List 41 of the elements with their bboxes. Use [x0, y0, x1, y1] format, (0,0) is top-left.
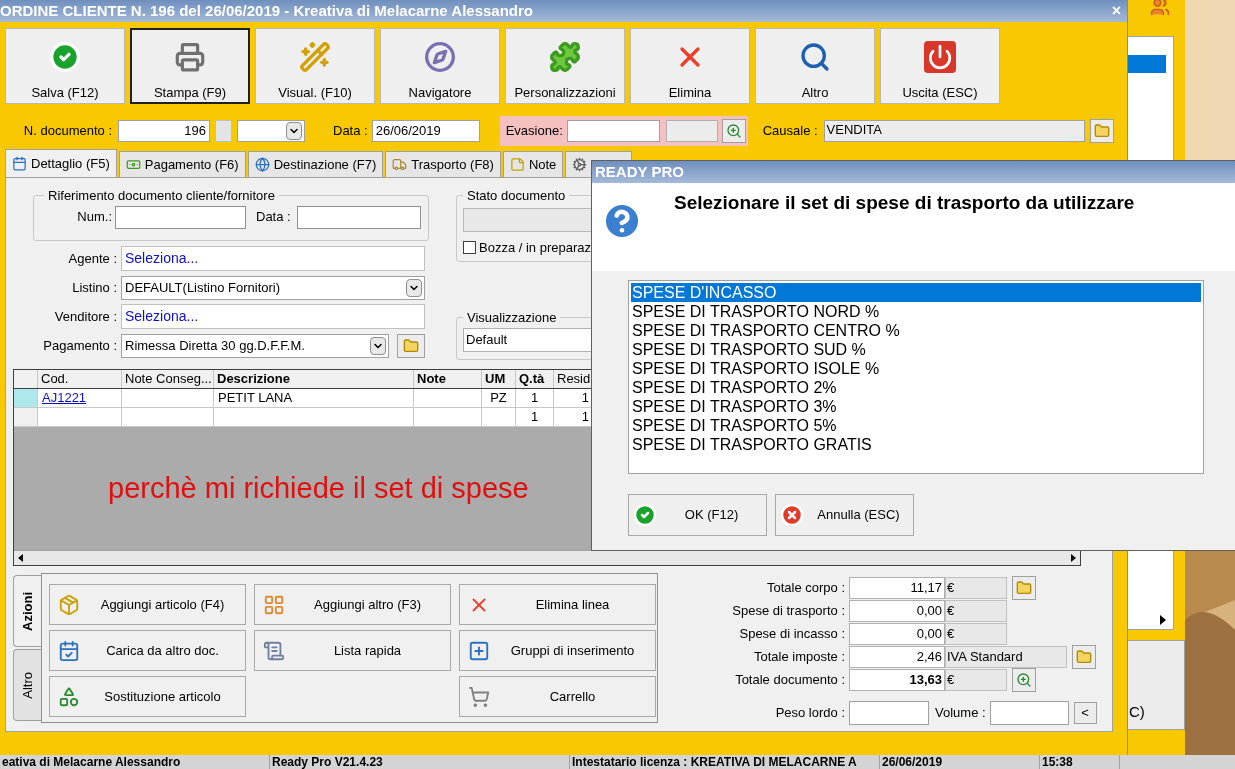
total-label: Totale imposte : — [752, 648, 846, 667]
unit-field: IVA Standard — [945, 646, 1067, 668]
table-cell: 1 — [581, 390, 589, 405]
table-cell: 1 — [581, 409, 589, 424]
field-label: Venditore : — [53, 307, 118, 326]
total-label: Totale documento : — [734, 671, 846, 690]
field-label: Peso lordo : — [774, 704, 846, 723]
field-label: Listino : — [71, 278, 118, 297]
total-value-field: 11,17 — [849, 577, 945, 599]
table-cell: 1 — [530, 409, 539, 424]
window-title: ORDINE CLIENTE N. 196 del 26/06/2019 - Kreativa di Melacarne Alessandro — [0, 0, 533, 21]
field-label: Evasione: — [505, 122, 563, 141]
group-title: Visualizzazione — [466, 309, 558, 327]
field-label: Data : — [256, 208, 291, 227]
unit-field: € — [945, 577, 1007, 599]
total-value-field: 0,00 — [849, 623, 945, 645]
unit-field: € — [945, 623, 1007, 645]
field-label: Causale : — [762, 122, 818, 141]
dialog-message: Selezionare il set di spese di trasporto da utilizzare — [674, 191, 1135, 215]
table-cell: PZ — [490, 390, 507, 405]
unit-field: € — [945, 669, 1007, 691]
annotation-text: perchè mi richiede il set di spese — [108, 472, 529, 504]
total-value-field: 0,00 — [849, 600, 945, 622]
table-cell: 1 — [530, 390, 539, 405]
unit-field: € — [945, 600, 1007, 622]
total-label: Spese di incasso : — [738, 625, 846, 644]
checkbox-label: Bozza / in preparaz — [479, 238, 591, 257]
total-value-field: 2,46 — [849, 646, 945, 668]
field-label: N. documento : — [22, 122, 112, 141]
table-cell: PETIT LANA — [218, 390, 293, 405]
field-label: Pagamento : — [42, 336, 118, 355]
field-label: Volume : — [935, 704, 986, 723]
dialog-title: READY PRO — [595, 161, 684, 182]
total-label: Totale corpo : — [765, 579, 846, 598]
total-label: Spese di trasporto : — [731, 602, 846, 621]
group-title: Riferimento documento cliente/fornitore — [47, 187, 276, 205]
field-label: Num.: — [76, 208, 112, 227]
total-value-field: 13,63 — [849, 669, 945, 691]
group-title: Stato documento — [466, 187, 567, 205]
field-label: Data : — [333, 122, 368, 141]
field-label: Agente : — [67, 249, 118, 268]
